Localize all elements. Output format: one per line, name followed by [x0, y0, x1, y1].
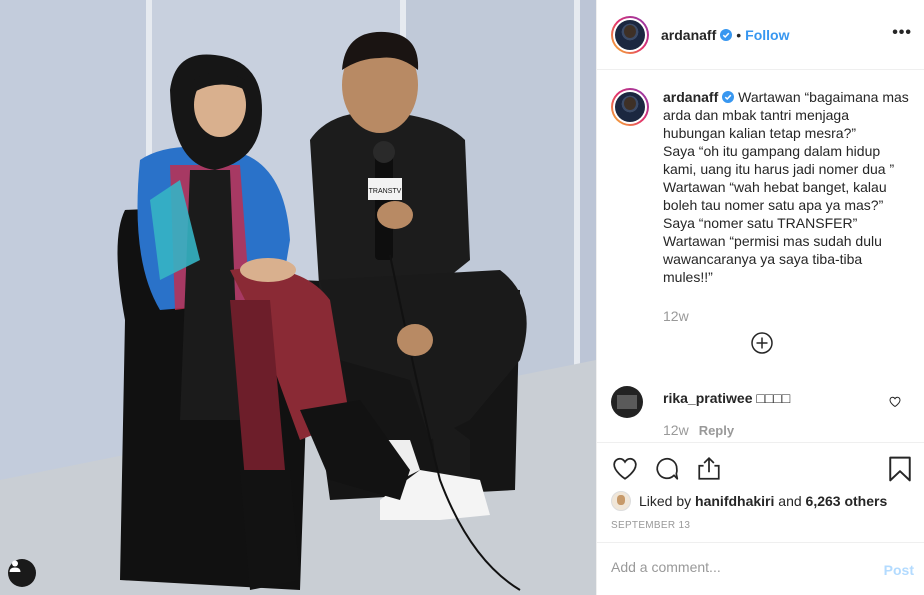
reply-button[interactable]: Reply: [699, 423, 734, 438]
bookmark-icon: [889, 456, 911, 482]
likes-prefix: Liked by: [639, 493, 692, 509]
header-username[interactable]: ardanaff: [661, 27, 716, 43]
like-button[interactable]: [611, 455, 639, 483]
post-actions: Liked by hanifdhakiri and 6,263 others S…: [597, 442, 924, 542]
post-photo-illustration: TRANSTV: [0, 0, 596, 595]
verified-badge-icon: [720, 28, 733, 41]
post-header: ardanaff • Follow •••: [597, 0, 924, 70]
comment-button[interactable]: [653, 455, 681, 483]
header-separator: •: [736, 26, 742, 43]
caption-text: Wartawan “bagaimana mas arda dan mbak ta…: [663, 89, 909, 285]
follow-button[interactable]: Follow: [745, 27, 789, 43]
caption-avatar[interactable]: [611, 88, 649, 126]
post-side-panel: ardanaff • Follow ••• ardanaff Wartawan …: [596, 0, 924, 595]
commenter-avatar[interactable]: [611, 386, 643, 418]
likes-joiner: and: [778, 493, 802, 509]
add-comment-bar: Post: [597, 542, 924, 595]
heart-icon[interactable]: [889, 396, 901, 408]
commenter-username[interactable]: rika_pratiwee: [663, 390, 753, 406]
caption-body: ardanaff Wartawan “bagaimana mas arda da…: [663, 88, 911, 286]
mic-flag-text: TRANSTV: [369, 188, 402, 195]
share-icon: [698, 456, 720, 480]
heart-icon: [613, 457, 637, 480]
plus-circle-icon[interactable]: [751, 332, 773, 354]
share-button[interactable]: [695, 455, 723, 483]
caption-username[interactable]: ardanaff: [663, 89, 718, 105]
user-tag-icon: [9, 560, 21, 572]
caption-timestamp[interactable]: 12w: [663, 308, 689, 324]
header-avatar[interactable]: [611, 15, 649, 54]
comments-section[interactable]: ardanaff Wartawan “bagaimana mas arda da…: [597, 70, 924, 442]
post-comment-button[interactable]: Post: [884, 562, 914, 578]
liker-avatar[interactable]: [611, 491, 631, 511]
comment-icon: [656, 457, 679, 480]
save-button[interactable]: [886, 455, 914, 483]
post-photo[interactable]: TRANSTV: [0, 0, 596, 595]
comment-timestamp[interactable]: 12w: [663, 422, 689, 438]
comment-text: □□□□: [756, 390, 791, 406]
add-comment-input[interactable]: [611, 559, 861, 575]
liker-username[interactable]: hanifdhakiri: [695, 493, 774, 509]
verified-badge-icon: [722, 91, 735, 103]
comment-meta: 12w Reply: [663, 422, 734, 438]
post-date[interactable]: SEPTEMBER 13: [611, 520, 690, 531]
comment-body: rika_pratiwee □□□□: [663, 390, 790, 406]
likes-summary: Liked by hanifdhakiri and 6,263 others: [611, 491, 887, 511]
caption: ardanaff Wartawan “bagaimana mas arda da…: [611, 88, 911, 286]
user-tag-button[interactable]: [8, 559, 36, 587]
more-options-button[interactable]: •••: [892, 24, 912, 42]
likes-others-link[interactable]: 6,263 others: [806, 493, 888, 509]
